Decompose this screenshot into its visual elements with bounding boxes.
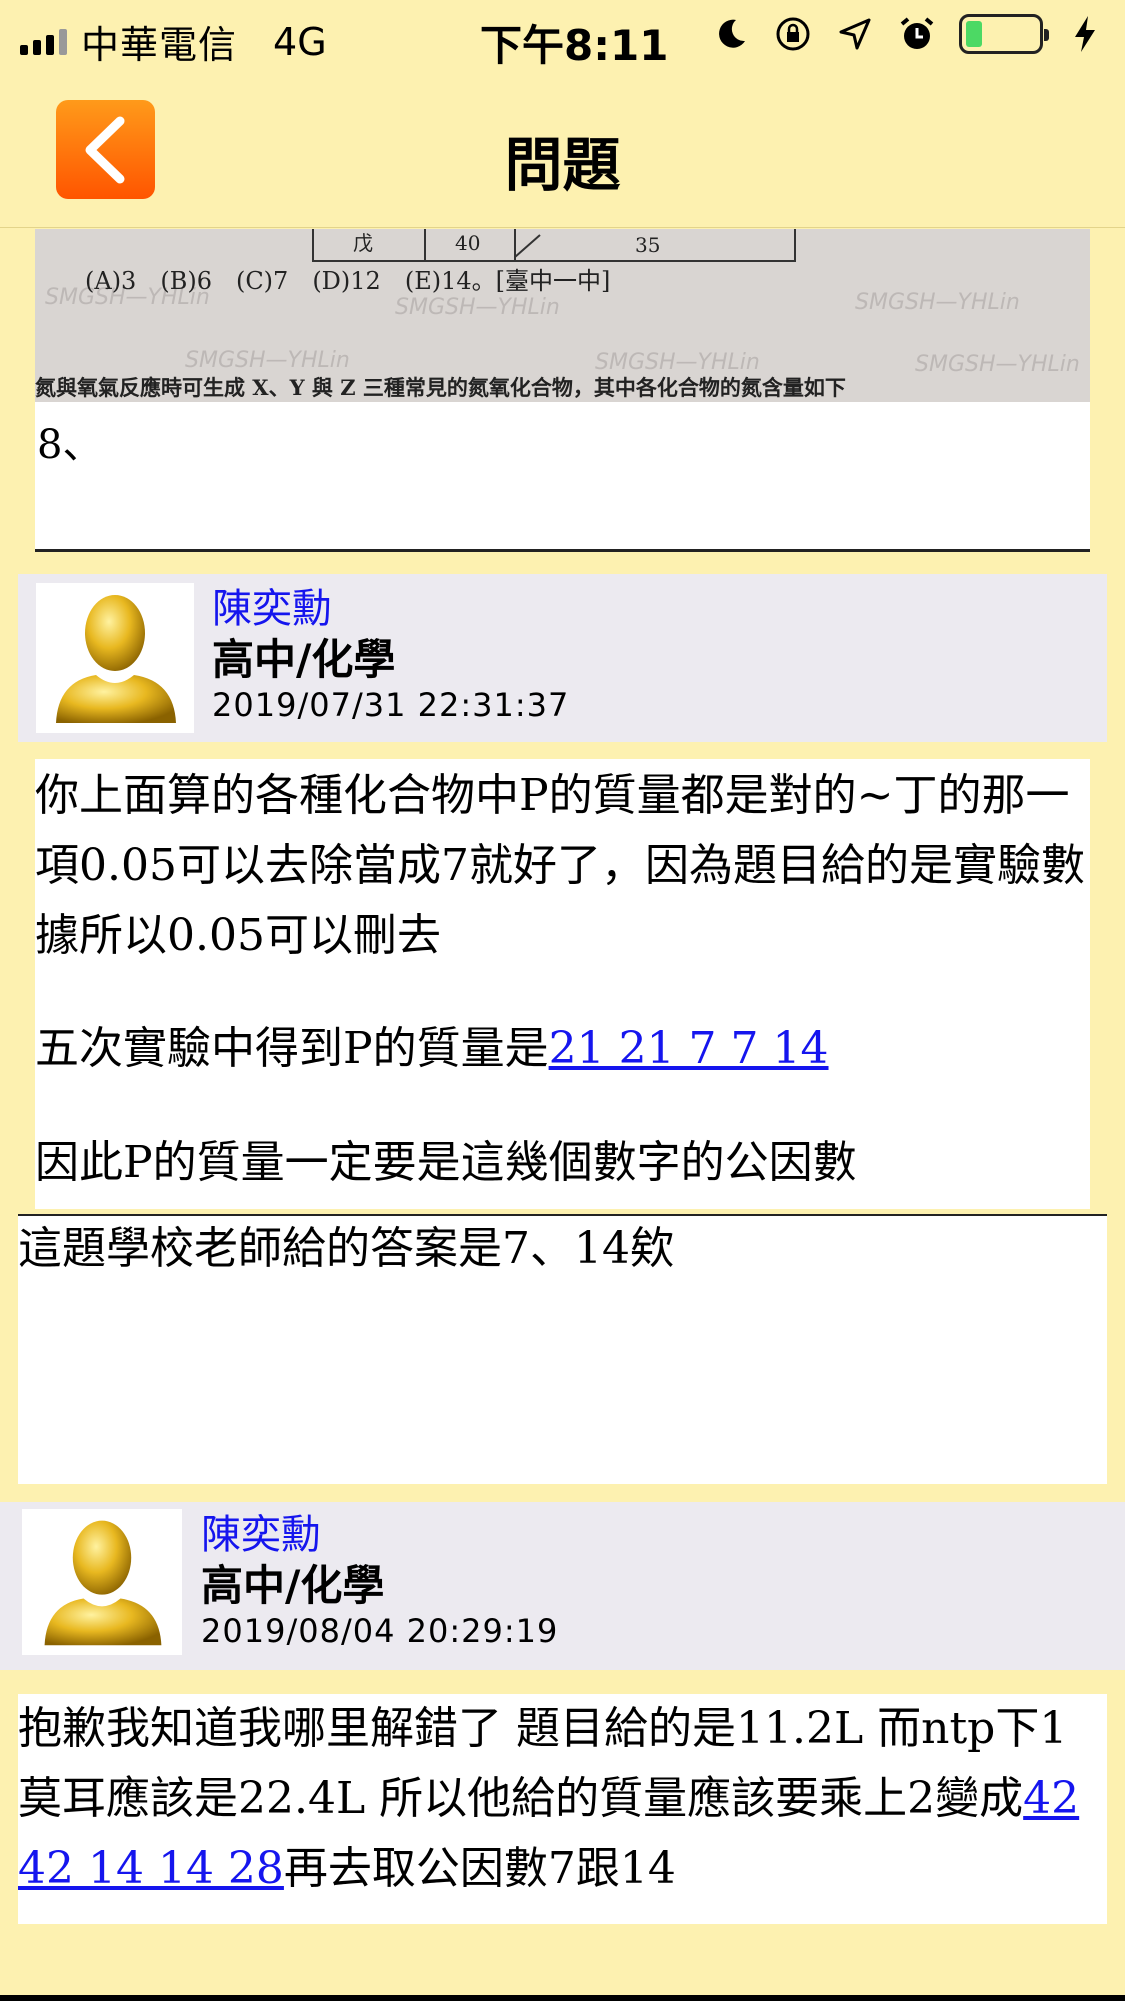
watermark-text: SMGSH—YHLin — [395, 295, 560, 320]
answer-paragraph: 抱歉我知道我哪里解錯了 題目給的是11.2L 而ntp下1莫耳應該是22.4L … — [18, 1694, 1107, 1904]
navigation-bar: 問題 — [0, 80, 1125, 228]
table-cell: 40 — [455, 231, 480, 255]
orientation-lock-icon — [773, 14, 813, 54]
status-bar-left: 中華電信 4G — [20, 14, 327, 69]
answer-body: 抱歉我知道我哪里解錯了 題目給的是11.2L 而ntp下1莫耳應該是22.4L … — [18, 1694, 1107, 1924]
question-photo[interactable]: SMGSH—YHLin SMGSH—YHLin SMGSH—YHLin SMGS… — [35, 229, 1090, 402]
post-header: 陳奕勳 高中/化學 2019/07/31 22:31:37 — [18, 574, 1107, 742]
answer-paragraph: 因此P的質量一定要是這幾個數字的公因數 — [35, 1137, 857, 1188]
reply-text: 這題學校老師給的答案是7、14欸 — [18, 1223, 674, 1274]
user-role: 高中/化學 — [201, 1561, 385, 1610]
battery-icon — [959, 14, 1049, 54]
bottom-edge — [0, 1995, 1125, 2001]
number-link[interactable]: 21 21 7 7 14 — [549, 1023, 829, 1074]
page-title: 問題 — [504, 131, 621, 199]
answer-paragraph: 五次實驗中得到P的質量是21 21 7 7 14 — [35, 1014, 1090, 1084]
moon-icon — [711, 14, 751, 54]
status-bar: 中華電信 4G 下午8:11 — [0, 0, 1125, 80]
user-avatar-icon — [56, 595, 176, 723]
question-thread[interactable]: SMGSH—YHLin SMGSH—YHLin SMGSH—YHLin SMGS… — [0, 229, 1125, 2001]
answer-choices: (A)3 (B)6 (C)7 (D)12 (E)14。[臺中一中] — [85, 267, 610, 295]
status-time: 下午8:11 — [480, 21, 669, 70]
answer-text: 抱歉我知道我哪里解錯了 題目給的是11.2L 而ntp下1莫耳應該是22.4L … — [18, 1703, 1068, 1824]
signal-strength-icon — [20, 28, 67, 55]
question-text: 8、 — [35, 402, 1090, 552]
user-role: 高中/化學 — [212, 635, 396, 684]
reply-comment: 這題學校老師給的答案是7、14欸 — [18, 1214, 1107, 1484]
carrier-label: 中華電信 — [81, 23, 238, 67]
user-avatar-icon — [44, 1520, 162, 1646]
watermark-text: SMGSH—YHLin — [595, 350, 760, 375]
network-type: 4G — [273, 19, 327, 64]
watermark-text: SMGSH—YHLin — [915, 352, 1080, 377]
answer-paragraph: 你上面算的各種化合物中P的質量都是對的~丁的那一項0.05可以去除當成7就好了，… — [35, 770, 1085, 961]
table-cell: 戊 — [353, 231, 373, 255]
next-question-line: 氮與氧氣反應時可生成 X、Y 與 Z 三種常見的氮氧化合物，其中各化合物的氮含量… — [35, 375, 846, 400]
location-arrow-icon — [835, 14, 875, 54]
alarm-icon — [897, 14, 937, 54]
watermark-text: SMGSH—YHLin — [185, 348, 350, 373]
answer-text: 再去取公因數7跟14 — [283, 1843, 676, 1894]
avatar[interactable] — [36, 583, 194, 733]
table-cell: 35 — [635, 233, 660, 257]
status-bar-right — [711, 14, 1105, 54]
charging-bolt-icon — [1065, 14, 1105, 54]
question-number: 8、 — [37, 422, 103, 468]
answer-text: 五次實驗中得到P的質量是 — [35, 1023, 549, 1074]
answer-body: 你上面算的各種化合物中P的質量都是對的~丁的那一項0.05可以去除當成7就好了，… — [35, 759, 1090, 1209]
post-timestamp: 2019/07/31 22:31:37 — [212, 686, 570, 724]
avatar[interactable] — [22, 1509, 182, 1655]
post-timestamp: 2019/08/04 20:29:19 — [201, 1612, 559, 1650]
post-header: 陳奕勳 高中/化學 2019/08/04 20:29:19 — [0, 1502, 1125, 1670]
watermark-text: SMGSH—YHLin — [855, 290, 1020, 315]
